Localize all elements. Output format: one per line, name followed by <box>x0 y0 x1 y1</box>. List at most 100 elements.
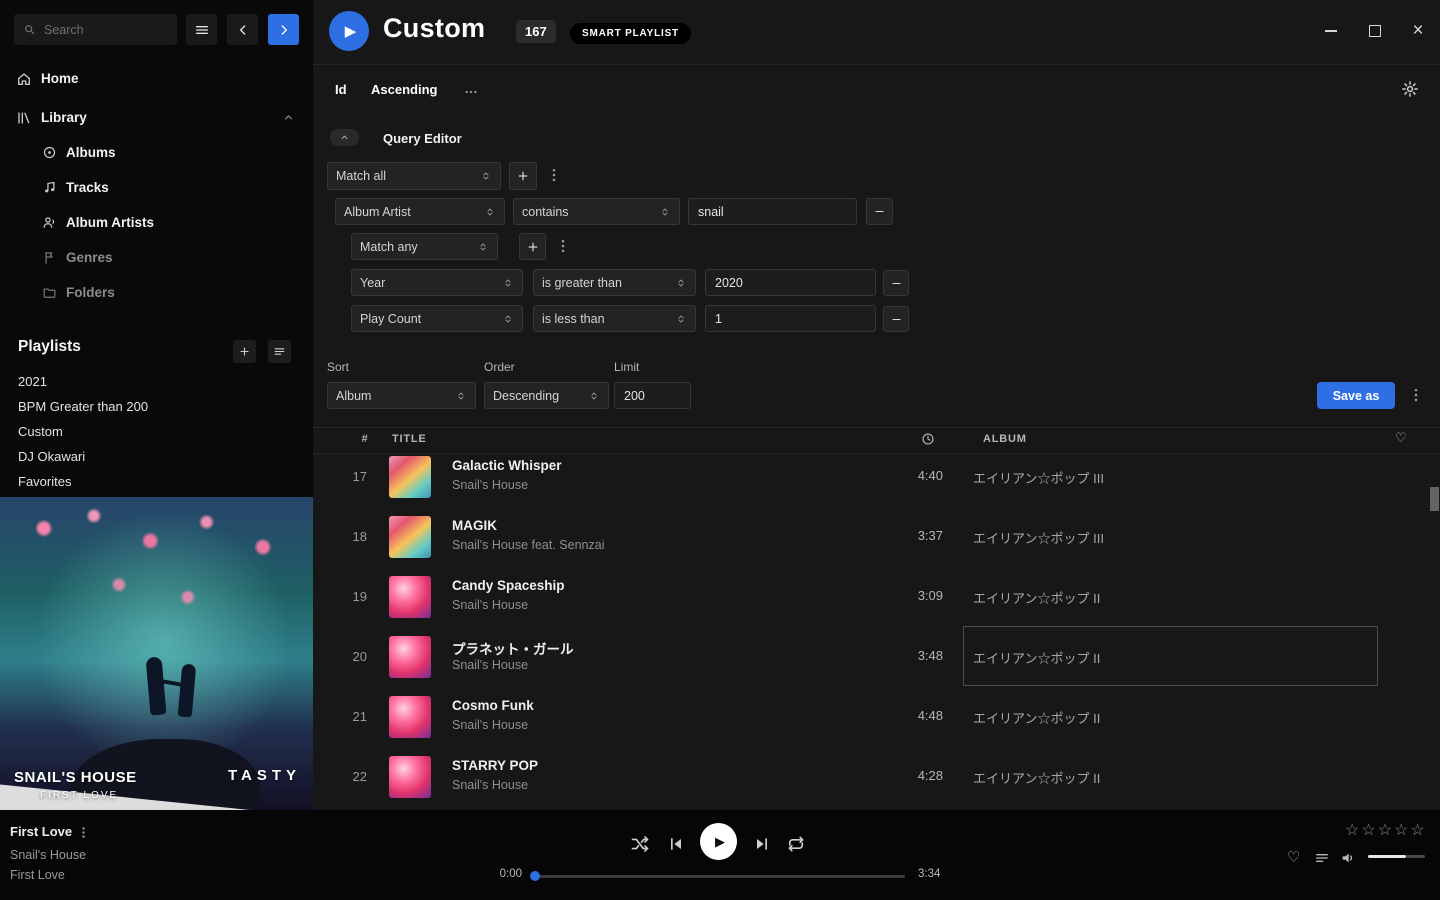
seek-bar[interactable] <box>535 875 905 878</box>
star-icon[interactable]: ☆ <box>1361 822 1377 839</box>
favorite-column-heart-icon[interactable]: ♡ <box>1395 430 1407 446</box>
remove-rule-button[interactable] <box>883 306 909 332</box>
next-button[interactable] <box>752 834 772 857</box>
sidebar-item-folders[interactable]: Folders <box>0 276 313 309</box>
volume-slider-fill[interactable] <box>1368 855 1406 858</box>
favorite-button[interactable]: ♡ <box>1287 848 1300 866</box>
column-header-index[interactable]: # <box>353 433 377 445</box>
table-row[interactable]: 22 STARRY POP Snail's House 4:28 エイリアン☆ポ… <box>313 747 1440 807</box>
settings-button[interactable] <box>1401 80 1419 98</box>
order-select[interactable]: Descending <box>484 382 609 409</box>
chevron-up-icon[interactable] <box>282 111 295 124</box>
track-album[interactable]: エイリアン☆ポップ II <box>973 708 1100 727</box>
rule-operator-select[interactable]: is greater than <box>533 269 696 296</box>
column-header-album[interactable]: ALBUM <box>983 433 1027 445</box>
add-playlist-button[interactable] <box>233 340 256 363</box>
star-icon[interactable]: ☆ <box>1345 822 1361 839</box>
maximize-button[interactable] <box>1360 18 1390 44</box>
table-row[interactable]: 17 Galactic Whisper Snail's House 4:40 エ… <box>313 454 1440 507</box>
now-playing-artist[interactable]: Snail's House <box>10 848 86 862</box>
save-options-button[interactable] <box>1407 386 1425 404</box>
add-rule-button[interactable] <box>519 233 546 260</box>
sidebar-item-genres[interactable]: Genres <box>0 241 313 274</box>
track-artist: Snail's House <box>452 778 528 792</box>
rule-value-input[interactable] <box>688 198 857 225</box>
star-icon[interactable]: ☆ <box>1410 822 1426 839</box>
track-duration: 3:09 <box>868 588 943 603</box>
add-rule-button[interactable] <box>509 162 537 190</box>
group-options-button[interactable] <box>554 237 572 255</box>
rating-stars[interactable]: ☆☆☆☆☆ <box>1345 820 1427 840</box>
track-album[interactable]: エイリアン☆ポップ III <box>973 528 1104 547</box>
select-arrows-icon <box>484 206 496 218</box>
seek-handle[interactable] <box>530 871 540 881</box>
now-playing-artwork[interactable]: SNAIL'S HOUSE FIRST LOVE TASTY <box>0 497 313 810</box>
star-icon[interactable]: ☆ <box>1394 822 1410 839</box>
rule-operator-select[interactable]: is less than <box>533 305 696 332</box>
track-album[interactable]: エイリアン☆ポップ II <box>973 768 1100 787</box>
group-options-button[interactable] <box>545 166 563 184</box>
now-playing-options-button[interactable] <box>76 825 91 840</box>
sidebar-item-home[interactable]: Home <box>0 62 313 95</box>
play-playlist-button[interactable]: ▶ <box>329 11 369 51</box>
sidebar-item-albums[interactable]: Albums <box>0 136 313 169</box>
queue-button[interactable] <box>1314 850 1330 866</box>
playlist-item[interactable]: BPM Greater than 200 <box>0 394 313 419</box>
dots-vertical-icon <box>545 166 563 184</box>
queue-icon <box>1314 850 1330 866</box>
shuffle-button[interactable] <box>630 834 650 854</box>
table-row[interactable]: 19 Candy Spaceship Snail's House 3:09 エイ… <box>313 567 1440 627</box>
duration-column-clock-icon[interactable] <box>921 432 935 446</box>
rule-value-input[interactable] <box>705 305 876 332</box>
artwork-watermark: TASTY <box>228 767 301 784</box>
remove-rule-button[interactable] <box>883 270 909 296</box>
sidebar-item-library[interactable]: Library <box>0 101 313 134</box>
column-header-title[interactable]: TITLE <box>392 433 427 445</box>
volume-slider-track[interactable] <box>1406 855 1425 858</box>
collapse-query-editor-button[interactable] <box>330 129 359 146</box>
more-options-button[interactable] <box>463 84 479 100</box>
album-art-thumbnail <box>389 696 431 738</box>
remove-rule-button[interactable] <box>866 198 893 225</box>
rule-operator-select[interactable]: contains <box>513 198 680 225</box>
volume-button[interactable] <box>1340 850 1356 866</box>
sort-direction-button[interactable]: Ascending <box>371 82 437 97</box>
close-button[interactable]: × <box>1403 18 1433 44</box>
match-type-select-nested[interactable]: Match any <box>351 233 498 260</box>
star-icon[interactable]: ☆ <box>1378 822 1394 839</box>
sort-field-button[interactable]: Id <box>335 82 347 97</box>
scrollbar-thumb[interactable] <box>1430 487 1439 511</box>
playlist-item[interactable]: DJ Okawari <box>0 444 313 469</box>
track-album[interactable]: エイリアン☆ポップ III <box>973 468 1104 487</box>
table-row[interactable]: 21 Cosmo Funk Snail's House 4:48 エイリアン☆ポ… <box>313 687 1440 747</box>
nav-forward-button[interactable] <box>268 14 299 45</box>
playlist-item[interactable]: Favorites <box>0 469 313 494</box>
playlist-item[interactable]: 2021 <box>0 369 313 394</box>
play-button[interactable]: ▶ <box>700 823 737 860</box>
sidebar-item-album-artists[interactable]: Album Artists <box>0 206 313 239</box>
rule-field-select[interactable]: Album Artist <box>335 198 505 225</box>
nav-back-button[interactable] <box>227 14 258 45</box>
track-album[interactable]: エイリアン☆ポップ II <box>973 588 1100 607</box>
match-type-select[interactable]: Match all <box>327 162 501 190</box>
minimize-button[interactable] <box>1316 18 1346 44</box>
sidebar-item-tracks[interactable]: Tracks <box>0 171 313 204</box>
playlist-item[interactable]: Custom <box>0 419 313 444</box>
playlist-list-button[interactable] <box>268 340 291 363</box>
previous-button[interactable] <box>666 834 686 857</box>
save-as-button[interactable]: Save as <box>1317 382 1395 409</box>
table-row[interactable]: 18 MAGIK Snail's House feat. Sennzai 3:3… <box>313 507 1440 567</box>
limit-input[interactable] <box>614 382 691 409</box>
now-playing-title[interactable]: First Love <box>10 824 72 839</box>
now-playing-album[interactable]: First Love <box>10 868 65 882</box>
repeat-button[interactable] <box>786 834 806 854</box>
menu-button[interactable] <box>186 14 217 45</box>
rule-field-select[interactable]: Play Count <box>351 305 523 332</box>
rule-field-select[interactable]: Year <box>351 269 523 296</box>
rule-value-input[interactable] <box>705 269 876 296</box>
table-row[interactable]: 20 プラネット・ガール Snail's House 3:48 エイリアン☆ポッ… <box>313 627 1440 687</box>
track-album[interactable]: エイリアン☆ポップ II <box>973 648 1100 667</box>
search-input[interactable] <box>42 22 166 38</box>
sort-select[interactable]: Album <box>327 382 476 409</box>
search-box[interactable] <box>14 14 177 45</box>
